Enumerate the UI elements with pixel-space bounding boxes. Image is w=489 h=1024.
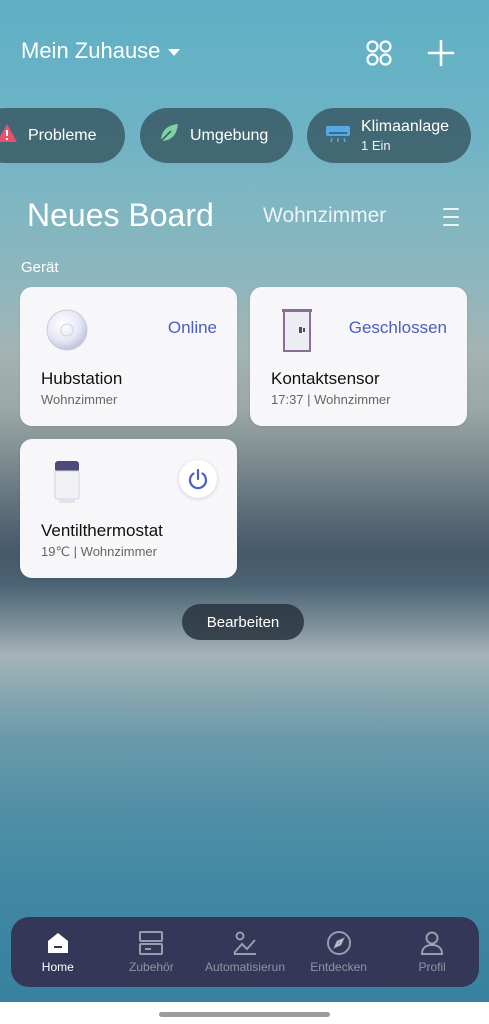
leaf-icon [158,122,180,149]
device-name: Ventilthermostat [41,521,163,540]
chip-umgebung[interactable]: Umgebung [140,108,293,163]
compass-icon [326,931,351,955]
chip-probleme[interactable]: Probleme [0,108,125,163]
automation-icon [233,931,256,955]
nav-label: Automatisierun [204,960,285,974]
nav-item-profil[interactable]: Profil [385,917,479,987]
chip-label: Klimaanlage [361,118,450,135]
nav-item-home[interactable]: Home [11,917,105,987]
chip-sublabel: 1 Ein [361,138,391,153]
nav-label: Home [41,960,74,974]
device-name: Hubstation [41,369,123,388]
home-title: Mein Zuhause [21,38,161,63]
profile-icon [421,931,444,955]
device-card-hubstation[interactable]: Online Hubstation Wohnzimmer [20,287,237,426]
home-icon [47,933,68,953]
edit-button[interactable]: Bearbeiten [182,604,304,640]
home-indicator[interactable] [159,1012,330,1017]
accessories-icon [139,931,164,955]
nav-label: Profil [418,960,446,974]
chip-klimaanlage[interactable]: Klimaanlage 1 Ein [307,108,471,163]
home-selector[interactable]: Mein Zuhause [21,38,181,64]
nav-label: Zubehör [129,960,174,974]
board-room-tab[interactable]: Wohnzimmer [263,204,386,228]
device-card-ventilthermostat[interactable]: Ventilthermostat 19℃ | Wohnzimmer [20,439,237,578]
board-title[interactable]: Neues Board [27,197,214,234]
device-meta: 19℃ | Wohnzimmer [41,544,157,559]
nav-label: Entdecken [310,960,367,974]
power-button[interactable] [179,460,217,498]
nav-item-entdecken[interactable]: Entdecken [292,917,386,987]
device-name: Kontaktsensor [271,369,380,388]
plus-icon[interactable] [424,36,458,70]
air-conditioner-icon [325,123,351,148]
nav-item-zubehoer[interactable]: Zubehör [105,917,199,987]
chip-label: Umgebung [190,126,269,144]
warning-icon [0,123,18,148]
device-meta: Wohnzimmer [41,392,118,407]
bottom-nav: Home Zubehör Automatisierun Entdecken Pr… [11,917,479,987]
device-card-kontaktsensor[interactable]: Geschlossen Kontaktsensor 17:37 | Wohnzi… [250,287,467,426]
door-sensor-icon [274,307,320,353]
section-label: Gerät [21,259,59,276]
hub-icon [44,307,90,353]
status-badge: Geschlossen [348,318,447,337]
thermostat-icon [44,459,90,505]
menu-icon[interactable] [443,208,459,226]
power-icon [188,468,208,490]
status-badge: Online [167,318,217,337]
nav-item-automatisierung[interactable]: Automatisierun [198,917,292,987]
grid-icon[interactable] [362,36,396,70]
chip-label: Probleme [28,126,97,144]
device-meta: 17:37 | Wohnzimmer [271,392,391,407]
caret-down-icon [168,48,181,56]
